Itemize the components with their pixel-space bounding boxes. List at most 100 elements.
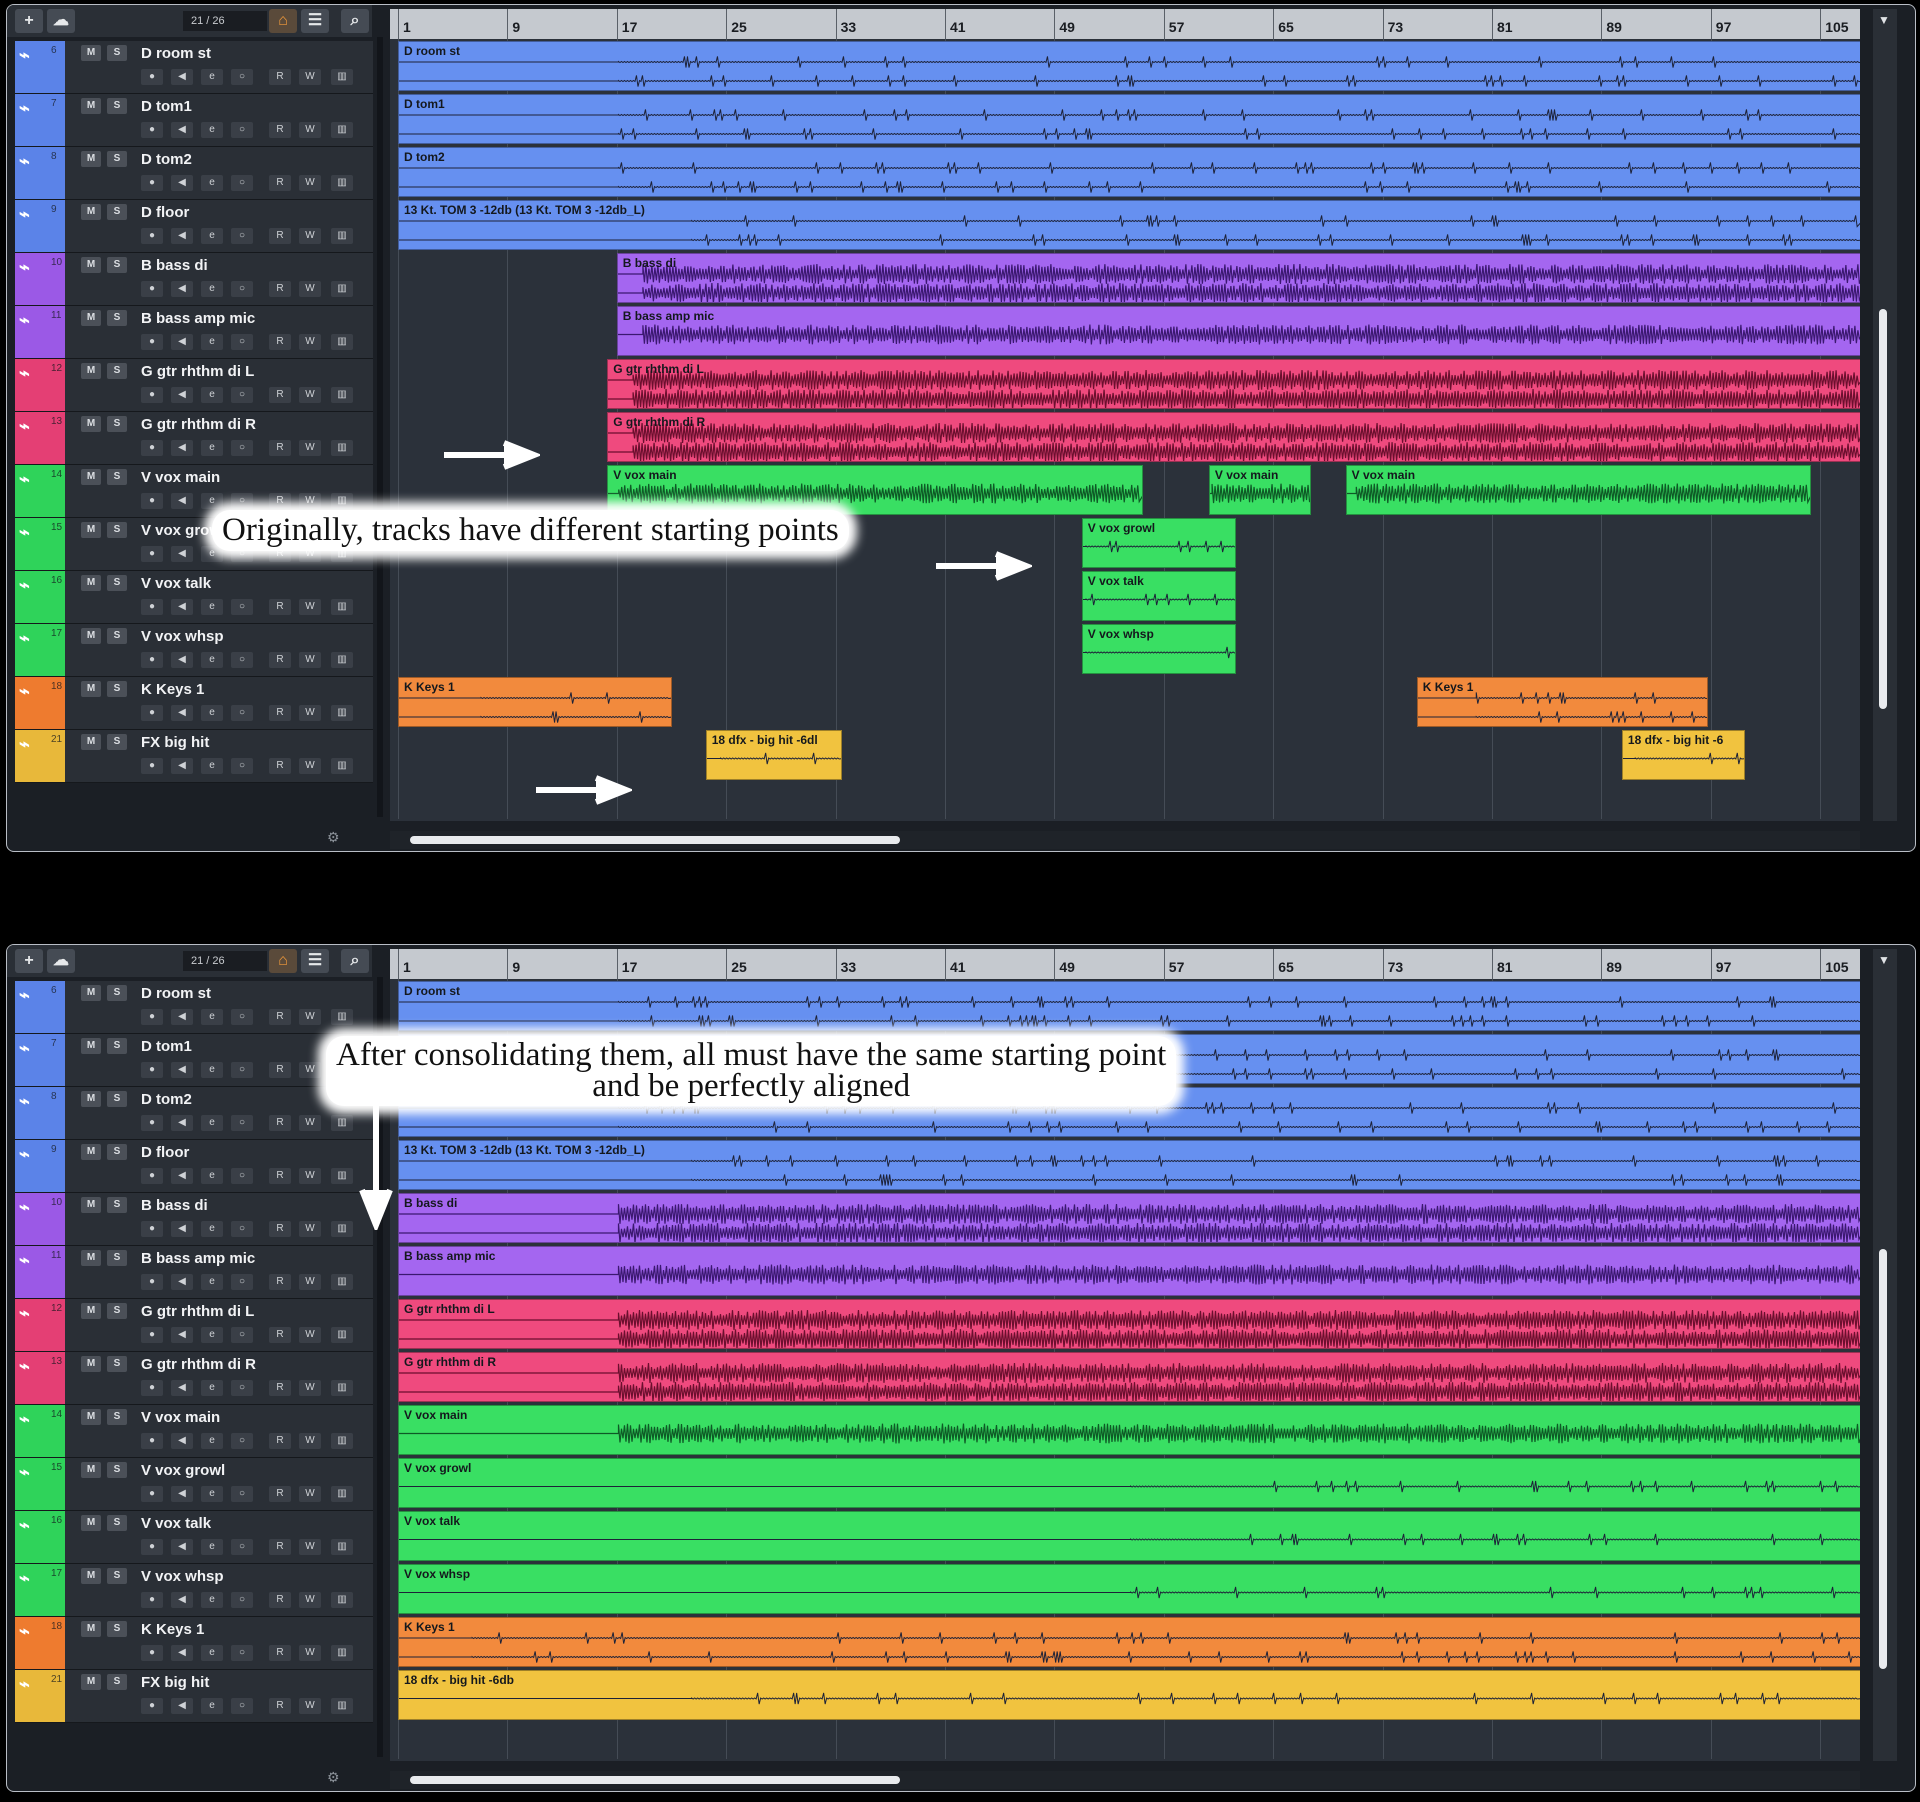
record-icon[interactable]: ● (141, 1327, 163, 1343)
track-header[interactable]: ⌁ 21 M S FX big hit ● ◀ e ○ R W ▥ (15, 730, 373, 783)
read-button[interactable]: R (269, 334, 291, 350)
track-header[interactable]: ⌁ 10 M S B bass di ● ◀ e ○ R W ▥ (15, 1193, 373, 1246)
mute-button[interactable]: M (81, 1674, 101, 1690)
dropdown-arrow-icon[interactable]: ▼ (1878, 13, 1890, 27)
write-button[interactable]: W (299, 705, 321, 721)
write-button[interactable]: W (299, 1433, 321, 1449)
audio-clip[interactable]: V vox main (1208, 465, 1312, 515)
record-icon[interactable]: ● (141, 1009, 163, 1025)
mute-button[interactable]: M (81, 1621, 101, 1637)
solo-button[interactable]: S (107, 1250, 127, 1266)
audio-clip[interactable]: V vox talk (1081, 571, 1237, 621)
track-name[interactable]: G gtr rhthm di R (141, 416, 256, 433)
search-icon[interactable]: ⌕ (341, 9, 369, 33)
inserts-icon[interactable]: ▥ (331, 1327, 353, 1343)
record-icon[interactable]: ● (141, 69, 163, 85)
edit-icon[interactable]: e (201, 281, 223, 297)
monitor-icon[interactable]: ◀ (171, 1592, 193, 1608)
monitor-icon[interactable]: ◀ (171, 122, 193, 138)
arrange-view[interactable]: 1 9 17 25 33 41 49 57 65 73 81 89 97 105 D room st D t… (390, 9, 1860, 821)
edit-icon[interactable]: e (201, 1433, 223, 1449)
read-button[interactable]: R (269, 493, 291, 509)
solo-button[interactable]: S (107, 45, 127, 61)
lane-icon[interactable]: ○ (231, 1274, 253, 1290)
read-button[interactable]: R (269, 1327, 291, 1343)
lane-icon[interactable]: ○ (231, 440, 253, 456)
mute-button[interactable]: M (81, 1356, 101, 1372)
write-button[interactable]: W (299, 228, 321, 244)
monitor-icon[interactable]: ◀ (171, 1115, 193, 1131)
vertical-zoom-rail[interactable]: ▼ (1873, 949, 1897, 1761)
solo-button[interactable]: S (107, 734, 127, 750)
monitor-icon[interactable]: ◀ (171, 1327, 193, 1343)
track-name[interactable]: FX big hit (141, 1674, 209, 1691)
edit-icon[interactable]: e (201, 1380, 223, 1396)
monitor-icon[interactable]: ◀ (171, 440, 193, 456)
record-icon[interactable]: ● (141, 228, 163, 244)
read-button[interactable]: R (269, 705, 291, 721)
record-icon[interactable]: ● (141, 175, 163, 191)
write-button[interactable]: W (299, 122, 321, 138)
lane-icon[interactable]: ○ (231, 228, 253, 244)
inserts-icon[interactable]: ▥ (331, 1698, 353, 1714)
read-button[interactable]: R (269, 758, 291, 774)
solo-button[interactable]: S (107, 204, 127, 220)
edit-icon[interactable]: e (201, 758, 223, 774)
record-icon[interactable]: ● (141, 1380, 163, 1396)
lane-icon[interactable]: ○ (231, 1327, 253, 1343)
mute-button[interactable]: M (81, 204, 101, 220)
audio-clip[interactable]: V vox main (398, 1405, 1860, 1455)
inserts-icon[interactable]: ▥ (331, 175, 353, 191)
track-header[interactable]: ⌁ 11 M S B bass amp mic ● ◀ e ○ R W ▥ (15, 306, 373, 359)
write-button[interactable]: W (299, 1009, 321, 1025)
track-name[interactable]: D tom2 (141, 1091, 192, 1108)
edit-icon[interactable]: e (201, 1115, 223, 1131)
edit-icon[interactable]: e (201, 599, 223, 615)
read-button[interactable]: R (269, 599, 291, 615)
monitor-icon[interactable]: ◀ (171, 599, 193, 615)
write-button[interactable]: W (299, 1221, 321, 1237)
track-header[interactable]: ⌁ 7 MS D tom1 ● ◀ e ○ RW ▥ (15, 94, 373, 147)
inserts-icon[interactable]: ▥ (331, 705, 353, 721)
lane-icon[interactable]: ○ (231, 652, 253, 668)
track-name[interactable]: B bass amp mic (141, 1250, 255, 1267)
vertical-zoom-rail[interactable]: ▼ (1873, 9, 1897, 821)
lane-icon[interactable]: ○ (231, 1645, 253, 1661)
audio-clip[interactable]: K Keys 1 (1416, 677, 1709, 727)
track-name[interactable]: K Keys 1 (141, 1621, 204, 1638)
edit-icon[interactable]: e (201, 175, 223, 191)
monitor-icon[interactable]: ◀ (171, 705, 193, 721)
mute-button[interactable]: M (81, 151, 101, 167)
track-name[interactable]: B bass di (141, 257, 208, 274)
edit-icon[interactable]: e (201, 1009, 223, 1025)
track-header[interactable]: ⌁ 13 M S G gtr rhthm di R ● ◀ e ○ R W ▥ (15, 412, 373, 465)
monitor-icon[interactable]: ◀ (171, 281, 193, 297)
monitor-icon[interactable]: ◀ (171, 1433, 193, 1449)
edit-icon[interactable]: e (201, 1327, 223, 1343)
write-button[interactable]: W (299, 1274, 321, 1290)
audio-clip[interactable]: D tom2 (398, 147, 1860, 197)
track-name[interactable]: FX big hit (141, 734, 209, 751)
audio-clip[interactable]: V vox main (607, 465, 1144, 515)
audio-clip[interactable]: V vox main (1345, 465, 1811, 515)
solo-button[interactable]: S (107, 363, 127, 379)
record-icon[interactable]: ● (141, 1221, 163, 1237)
list-icon[interactable]: ☰ (301, 949, 329, 973)
edit-icon[interactable]: e (201, 1168, 223, 1184)
monitor-icon[interactable]: ◀ (171, 1274, 193, 1290)
monitor-icon[interactable]: ◀ (171, 1168, 193, 1184)
inserts-icon[interactable]: ▥ (331, 1539, 353, 1555)
edit-icon[interactable]: e (201, 1274, 223, 1290)
home-icon[interactable]: ⌂ (269, 949, 297, 973)
add-track-button[interactable]: + (15, 9, 43, 33)
inserts-icon[interactable]: ▥ (331, 1221, 353, 1237)
track-name[interactable]: D floor (141, 204, 189, 221)
inserts-icon[interactable]: ▥ (331, 1486, 353, 1502)
lane-icon[interactable]: ○ (231, 175, 253, 191)
read-button[interactable]: R (269, 1645, 291, 1661)
mute-button[interactable]: M (81, 985, 101, 1001)
edit-icon[interactable]: e (201, 1698, 223, 1714)
solo-button[interactable]: S (107, 1197, 127, 1213)
solo-button[interactable]: S (107, 1303, 127, 1319)
edit-icon[interactable]: e (201, 1062, 223, 1078)
